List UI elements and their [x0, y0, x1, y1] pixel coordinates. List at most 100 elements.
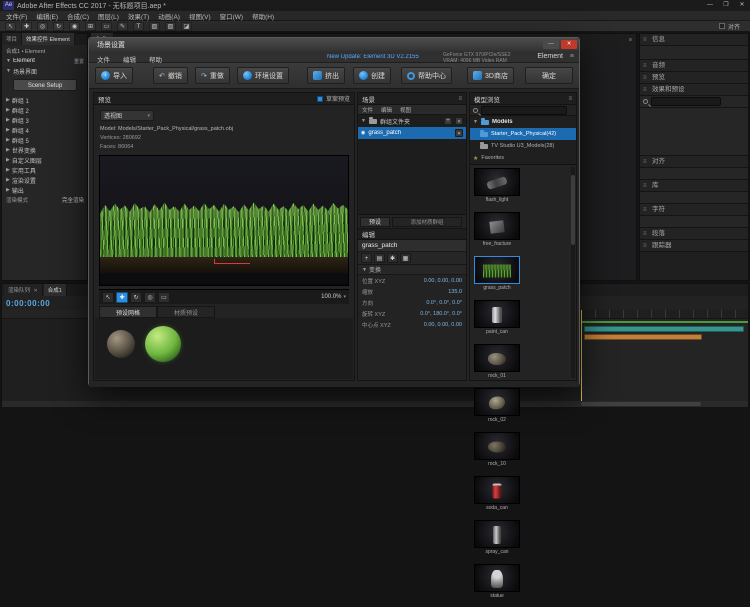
layer-bar-teal[interactable] [584, 326, 744, 332]
model-cell-grass-patch[interactable]: grass_patch [474, 256, 520, 297]
viewport-zoom-value[interactable]: 100.0% [321, 294, 341, 300]
model-cell-soda-can[interactable]: soda_can [474, 476, 520, 517]
panel-libraries[interactable]: ≡库 [640, 180, 748, 192]
hand-tool-icon[interactable]: ✚ [21, 22, 32, 31]
panel-align[interactable]: ≡对齐 [640, 156, 748, 168]
pen-tool-icon[interactable]: ✎ [117, 22, 128, 31]
panel-info[interactable]: ≡信息 [640, 34, 748, 46]
camera-tool-icon[interactable]: ◉ [69, 22, 80, 31]
stamp-tool-icon[interactable]: ▨ [165, 22, 176, 31]
scene-row-grass-patch[interactable]: ◉ grass_patch ✕ [358, 127, 466, 139]
pan-behind-tool-icon[interactable]: ⊞ [85, 22, 96, 31]
panel-paragraph[interactable]: ≡段落 [640, 228, 748, 240]
scene-interface-group[interactable]: ▼ 场景界面 [2, 66, 87, 76]
effects-presets-search-input[interactable] [651, 97, 721, 106]
undo-button[interactable]: ↶ 撤销 [153, 67, 188, 84]
modal-titlebar[interactable]: 场景设置 — ✕ [89, 38, 579, 51]
effect-row-utilities[interactable]: ▶实用工具 [2, 165, 87, 175]
presets-tab[interactable]: 预设 [360, 217, 390, 227]
close-tab-icon[interactable]: ✕ [34, 288, 38, 294]
model-search-input[interactable] [481, 106, 567, 115]
material-thumb-rock[interactable] [107, 330, 135, 358]
prop-value[interactable]: 0.0°, 0.0°, 0.0° [426, 300, 462, 306]
scrollbar-thumb[interactable] [571, 175, 575, 245]
twirl-open-icon[interactable]: ▼ [6, 58, 11, 64]
scene-menu-view[interactable]: 视图 [400, 106, 411, 114]
tab-effect-controls[interactable]: 效果控件 Element [22, 33, 75, 45]
zoom-tool-icon[interactable]: ◎ [37, 22, 48, 31]
model-cell-paint-can[interactable]: paint_can [474, 300, 520, 341]
help-center-button[interactable]: 帮助中心 [401, 67, 452, 84]
update-link[interactable]: New Update: Element 3D V2.2155 [327, 54, 419, 60]
menu-file[interactable]: 文件(F) [6, 11, 27, 21]
preview-viewport[interactable] [99, 155, 349, 286]
layer-bar-orange[interactable] [584, 334, 702, 340]
model-cell-flash-light[interactable]: flash_light [474, 168, 520, 209]
tree-starter-pack[interactable]: Starter_Pack_Physical(42) [470, 128, 576, 140]
render-mode-value[interactable]: 完全渲染 [62, 196, 84, 204]
remove-object-icon[interactable]: ✕ [455, 129, 463, 137]
brush-tool-icon[interactable]: ▧ [149, 22, 160, 31]
current-time-indicator[interactable] [581, 310, 582, 401]
modal-minimize-icon[interactable]: — [543, 40, 559, 49]
effect-row-custom-layers[interactable]: ▶自定义图层 [2, 155, 87, 165]
menu-effect[interactable]: 效果(T) [128, 11, 149, 21]
visibility-eye-icon[interactable]: ◉ [361, 130, 365, 136]
move-mode-icon[interactable]: ✚ [116, 292, 128, 303]
selection-tool-icon[interactable]: ↖ [5, 22, 16, 31]
snap-checkbox[interactable] [719, 23, 725, 29]
scrollbar-thumb[interactable] [581, 402, 701, 406]
scene-row-group-folder[interactable]: ▼ 群组文件夹 + ✕ [358, 115, 466, 127]
select-mode-icon[interactable]: ↖ [102, 292, 114, 303]
store-button[interactable]: 3D商店 [467, 67, 514, 84]
environment-settings-button[interactable]: 环境设置 [237, 67, 289, 84]
draft-preview-checkbox[interactable] [317, 96, 323, 102]
material-thumb-grass[interactable] [145, 326, 181, 362]
model-cell-rock-01[interactable]: rock_01 [474, 344, 520, 385]
panel-character[interactable]: ≡字符 [640, 204, 748, 216]
orbit-mode-icon[interactable]: ↻ [130, 292, 142, 303]
time-ruler[interactable] [581, 310, 748, 319]
model-grid-scrollbar[interactable] [571, 167, 575, 378]
effect-row-group4[interactable]: ▶群组 4 [2, 125, 87, 135]
import-button[interactable]: ↓ 导入 [95, 67, 133, 84]
effect-row-render-settings[interactable]: ▶渲染设置 [2, 175, 87, 185]
transform-section-header[interactable]: ▼ 变换 [358, 265, 466, 275]
folder-button-icon[interactable]: ▤ [374, 253, 385, 263]
eraser-tool-icon[interactable]: ◪ [181, 22, 192, 31]
shape-tool-icon[interactable]: ▭ [101, 22, 112, 31]
effect-row-group1[interactable]: ▶群组 1 [2, 95, 87, 105]
scene-setup-button[interactable]: Scene Setup [13, 79, 77, 91]
extrude-button[interactable]: 挤出 [307, 67, 345, 84]
redo-button[interactable]: ↷ 重做 [195, 67, 230, 84]
prop-value[interactable]: 135.0 [448, 289, 462, 295]
model-cell-rock-10[interactable]: rock_10 [474, 432, 520, 473]
modal-panel-menu-icon[interactable]: ≡ [570, 53, 574, 60]
gear-icon[interactable]: ✱ [387, 253, 398, 263]
menu-layer[interactable]: 图层(L) [98, 11, 119, 21]
menu-help[interactable]: 帮助(H) [252, 11, 274, 21]
panel-audio[interactable]: ≡音频 [640, 60, 748, 72]
effect-row-group2[interactable]: ▶群组 2 [2, 105, 87, 115]
modal-close-icon[interactable]: ✕ [561, 40, 577, 49]
tree-favorites[interactable]: ★ Favorites [470, 152, 576, 164]
menu-window[interactable]: 窗口(W) [220, 11, 243, 21]
menu-composition[interactable]: 合成(C) [67, 11, 89, 21]
reset-link[interactable]: 重置 [74, 58, 84, 65]
menu-edit[interactable]: 编辑(E) [36, 11, 58, 21]
model-cell-free-fracture[interactable]: free_fracture [474, 212, 520, 253]
add-icon[interactable]: + [361, 253, 372, 263]
frame-mode-icon[interactable]: ▭ [158, 292, 170, 303]
tab-material-presets[interactable]: 材质预设 [157, 306, 215, 318]
add-material-group-tab[interactable]: 添加材质群组 [392, 217, 462, 227]
menu-view[interactable]: 视图(V) [189, 11, 211, 21]
model-cell-rock-02[interactable]: rock_02 [474, 388, 520, 429]
minimize-icon[interactable]: — [702, 0, 718, 11]
close-icon[interactable]: ✕ [734, 0, 750, 11]
tab-project[interactable]: 项目 [2, 33, 22, 45]
add-to-group-icon[interactable]: + [444, 117, 452, 125]
effect-row-group3[interactable]: ▶群组 3 [2, 115, 87, 125]
ok-button[interactable]: 确定 [525, 67, 573, 84]
panel-tracker[interactable]: ≡跟踪器 [640, 240, 748, 252]
scene-panel-menu-icon[interactable]: ≡ [458, 96, 462, 102]
